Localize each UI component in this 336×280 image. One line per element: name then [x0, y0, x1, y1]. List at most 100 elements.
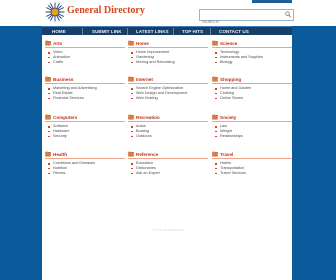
category-title[interactable]: Science	[220, 41, 237, 46]
subcategory-label[interactable]: Education	[136, 161, 153, 165]
subcategory-label[interactable]: Boating	[136, 129, 149, 133]
subcategory-label[interactable]: Real Estate	[53, 91, 73, 95]
nav-submit-link[interactable]: Submit Link	[92, 28, 122, 35]
category-title[interactable]: Recreation	[136, 115, 160, 120]
subcategory-label[interactable]: Video	[53, 50, 63, 54]
subcategory-label[interactable]: Hardware	[53, 129, 69, 133]
category-title[interactable]: Shopping	[220, 77, 241, 82]
site-title[interactable]: General Directory	[67, 5, 145, 16]
folder-icon	[128, 151, 134, 157]
subcategory-label[interactable]: Ask an Expert	[136, 171, 160, 175]
folder-icon	[45, 151, 51, 157]
subcategory-link[interactable]: Security	[48, 134, 125, 139]
bullet-icon	[215, 88, 217, 90]
subcategory-label[interactable]: Gardening	[136, 55, 154, 59]
category-title[interactable]: Arts	[53, 41, 62, 46]
category-title[interactable]: Reference	[136, 152, 158, 157]
subcategory-link[interactable]: Ask an Expert	[131, 171, 208, 176]
subcategory-label[interactable]: Conditions and Diseases	[53, 161, 95, 165]
category-title[interactable]: Society	[220, 115, 236, 120]
header: General Directory	[0, 0, 336, 27]
subcategory-label[interactable]: Home and Garden	[220, 86, 251, 90]
footer-text[interactable]: General Directory	[0, 227, 336, 232]
subcategory-label[interactable]: Fitness	[53, 171, 65, 175]
category-header: Health	[45, 150, 125, 159]
category-title[interactable]: Travel	[220, 152, 233, 157]
subcategory-link[interactable]: Biology	[215, 60, 292, 65]
subcategory-label[interactable]: Nutrition	[53, 166, 67, 170]
bullet-icon	[48, 163, 50, 165]
subcategory-label[interactable]: Hotels	[220, 161, 231, 165]
category-header: Society	[212, 113, 292, 122]
subcategory-label[interactable]: Online Stores	[220, 96, 243, 100]
subcategory-label[interactable]: Home Improvement	[136, 50, 169, 54]
category-title[interactable]: Home	[136, 41, 149, 46]
category-links: Home and Garden Clothing Online Stores	[212, 86, 292, 100]
category-title[interactable]: Business	[53, 77, 73, 82]
category-computers: Computers Software Hardware Security	[45, 113, 125, 138]
subcategory-label[interactable]: Marketing and Advertising	[53, 86, 97, 90]
subcategory-link[interactable]: Moving and Relocating	[131, 60, 208, 65]
subcategory-link[interactable]: Web Hosting	[131, 96, 208, 101]
subcategory-label[interactable]: Clothing	[220, 91, 234, 95]
category-shopping: Shopping Home and Garden Clothing Online…	[212, 75, 292, 100]
nav-divider	[210, 28, 211, 35]
subcategory-label[interactable]: Web Design and Development	[136, 91, 187, 95]
subcategory-link[interactable]: Online Stores	[215, 96, 292, 101]
top-strip	[252, 0, 292, 3]
category-travel: Travel Hotels Transportation Travel Serv…	[212, 150, 292, 175]
subcategory-label[interactable]: Crafts	[53, 60, 63, 64]
subcategory-label[interactable]: Security	[53, 134, 67, 138]
category-header: Business	[45, 75, 125, 84]
subcategory-label[interactable]: Moving and Relocating	[136, 60, 175, 64]
search-icon[interactable]	[285, 11, 291, 18]
subcategory-label[interactable]: Autos	[136, 124, 146, 128]
subcategory-label[interactable]: Transportation	[220, 166, 244, 170]
bullet-icon	[48, 61, 50, 64]
subcategory-label[interactable]: Dictionaries	[136, 166, 156, 170]
category-title[interactable]: Computers	[53, 115, 77, 120]
subcategory-label[interactable]: Web Hosting	[136, 96, 158, 100]
subcategory-link[interactable]: Outdoors	[131, 134, 208, 139]
nav-latest-links[interactable]: Latest Links	[136, 28, 169, 35]
subcategory-label[interactable]: Financial Services	[53, 96, 84, 100]
search-input[interactable]	[200, 16, 282, 27]
folder-icon	[212, 151, 218, 157]
category-home: Home Home Improvement Gardening Moving a…	[128, 39, 208, 64]
category-header: Internet	[128, 75, 208, 84]
subcategory-label[interactable]: Technology	[220, 50, 239, 54]
bullet-icon	[131, 97, 133, 100]
category-recreation: Recreation Autos Boating Outdoors	[128, 113, 208, 138]
category-arts: Arts Video Animation Crafts	[45, 39, 125, 64]
subcategory-link[interactable]: Relationships	[215, 134, 292, 139]
subcategory-label[interactable]: Search Engine Optimization	[136, 86, 183, 90]
category-title[interactable]: Health	[53, 152, 67, 157]
category-grid: Arts Video Animation Crafts Home Home Im…	[42, 35, 292, 247]
nav-home[interactable]: Home	[52, 28, 66, 35]
subcategory-label[interactable]: Animation	[53, 55, 70, 59]
subcategory-label[interactable]: Weight	[220, 129, 232, 133]
bullet-icon	[215, 126, 217, 128]
category-links: Technology Instruments and Supplies Biol…	[212, 50, 292, 64]
category-header: Shopping	[212, 75, 292, 84]
subcategory-label[interactable]: Travel Services	[220, 171, 246, 175]
subcategory-label[interactable]: Law	[220, 124, 227, 128]
subcategory-link[interactable]: Fitness	[48, 171, 125, 176]
bullet-icon	[131, 52, 133, 54]
subcategory-label[interactable]: Relationships	[220, 134, 243, 138]
subcategory-label[interactable]: Instruments and Supplies	[220, 55, 263, 59]
subcategory-link[interactable]: Financial Services	[48, 96, 125, 101]
sunburst-logo-icon[interactable]	[45, 2, 65, 22]
category-reference: Reference Education Dictionaries Ask an …	[128, 150, 208, 175]
bullet-icon	[131, 61, 133, 64]
subcategory-link[interactable]: Travel Services	[215, 171, 292, 176]
bullet-icon	[215, 163, 217, 165]
nav-contact-us[interactable]: Contact Us	[219, 28, 249, 35]
bullet-icon	[215, 135, 217, 138]
nav-top-hits[interactable]: Top Hits	[182, 28, 203, 35]
subcategory-label[interactable]: Biology	[220, 60, 232, 64]
subcategory-link[interactable]: Crafts	[48, 60, 125, 65]
category-title[interactable]: Internet	[136, 77, 153, 82]
subcategory-label[interactable]: Outdoors	[136, 134, 152, 138]
subcategory-label[interactable]: Software	[53, 124, 68, 128]
